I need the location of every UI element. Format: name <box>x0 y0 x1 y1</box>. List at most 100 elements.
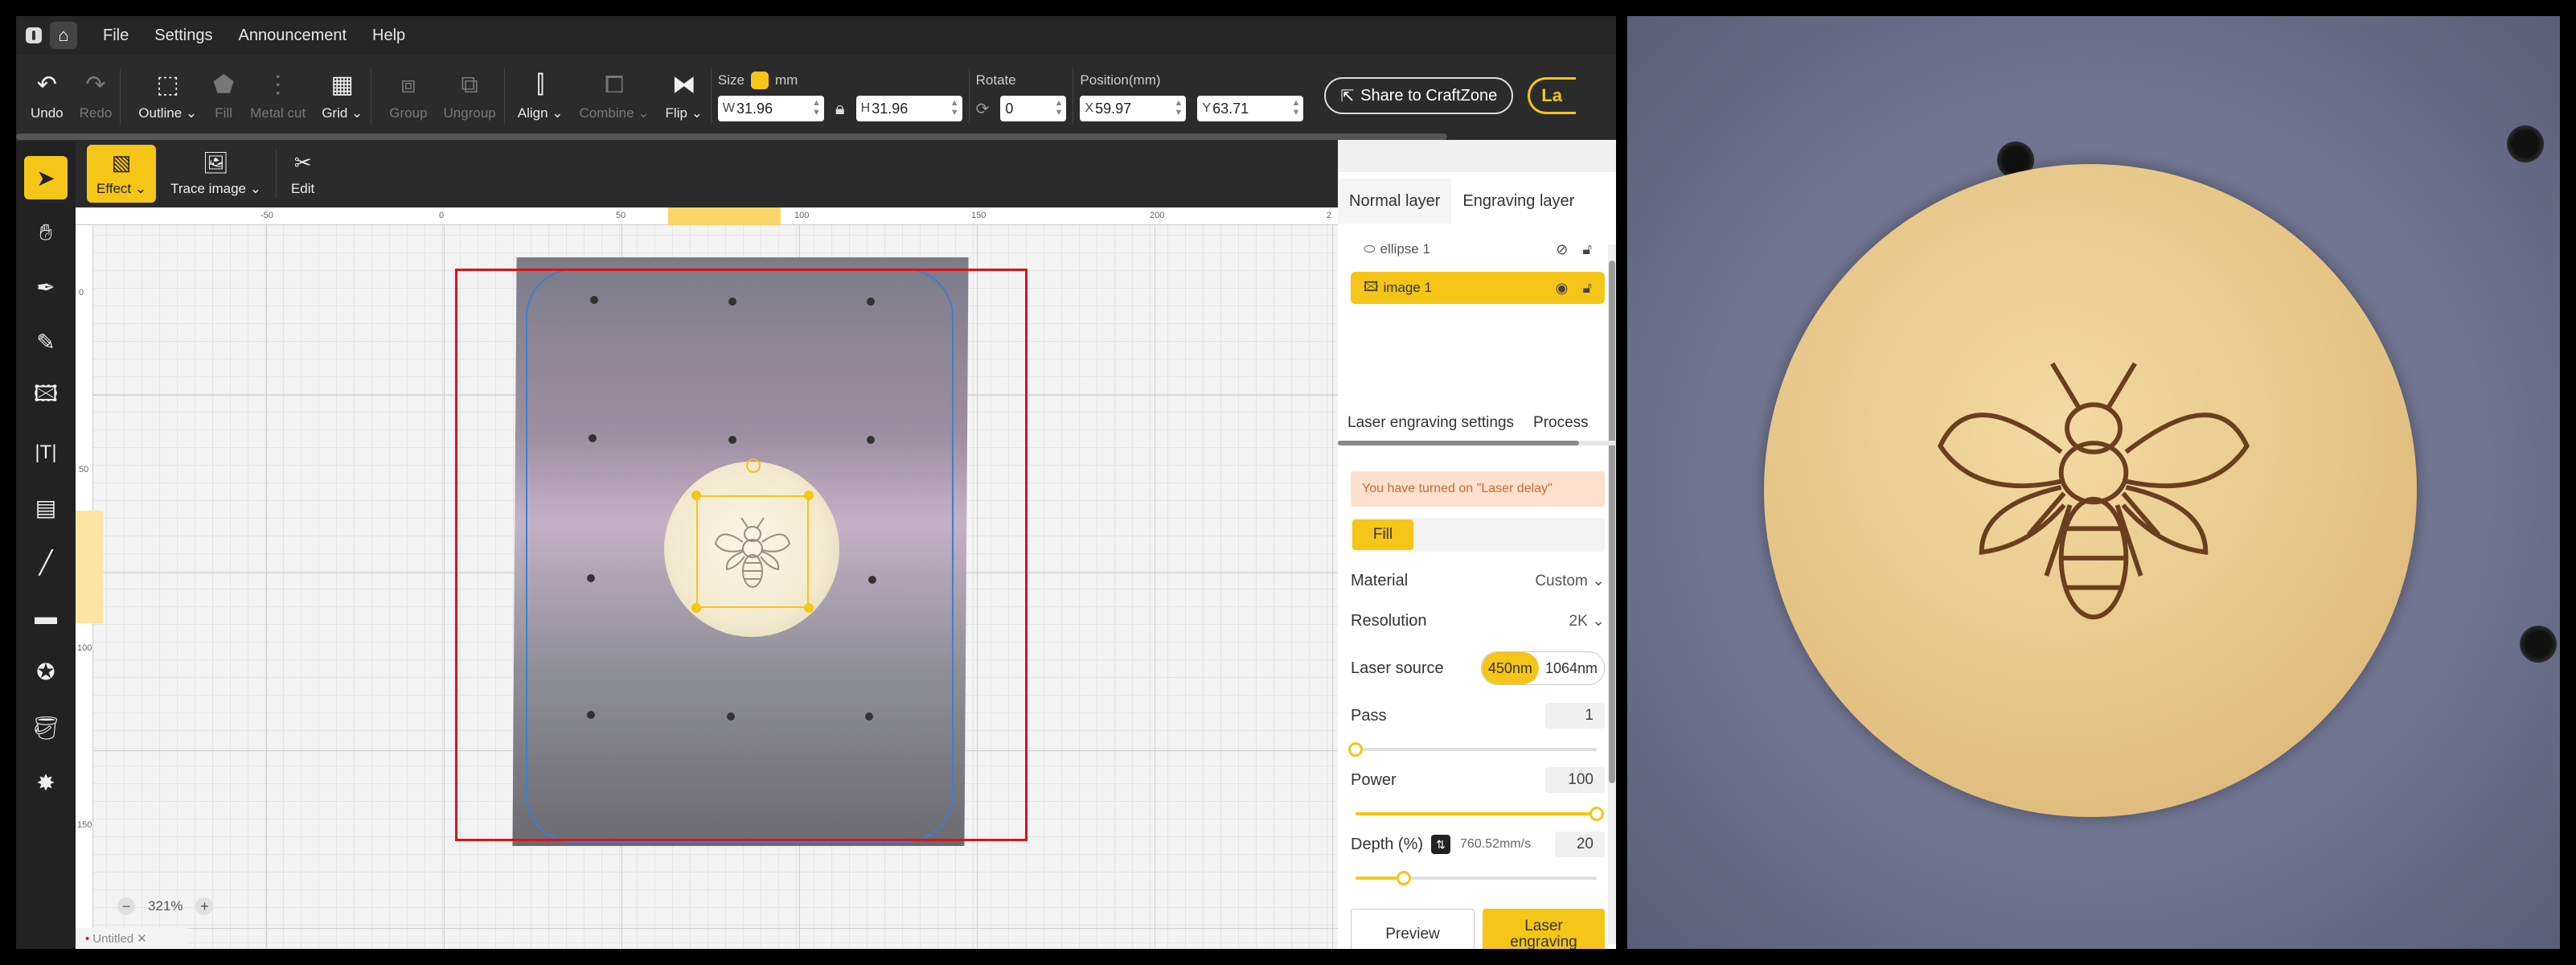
x-input[interactable]: X 59.97 ▲ ▼ <box>1080 96 1187 121</box>
right-panel: Normal layer Engraving layer ⬭ ellipse 1… <box>1338 140 1616 949</box>
file-tab[interactable]: • Untitled ✕ <box>76 928 188 949</box>
depth-slider-knob[interactable] <box>1397 871 1411 885</box>
laser-button-cropped[interactable]: La <box>1528 77 1577 114</box>
depth-link-icon[interactable]: ⇅ <box>1431 835 1451 854</box>
position-group: Position(mm) X 59.97 ▲ ▼ Y 63.71 ▲ ▼ <box>1073 60 1310 133</box>
line-tool-icon[interactable]: ╱ <box>24 540 68 584</box>
unsaved-dot-icon: • <box>85 931 90 946</box>
tab-engraving-layer[interactable]: Engraving layer <box>1451 179 1585 224</box>
size-unit-icon[interactable] <box>751 72 769 89</box>
grid-icon: ▦ <box>330 72 354 98</box>
right-panel-scrollbar[interactable] <box>1608 244 1616 944</box>
ruler-label: 50 <box>616 211 626 220</box>
fill-mode-button[interactable]: Fill <box>1352 519 1413 550</box>
y-input[interactable]: Y 63.71 ▲ ▼ <box>1197 96 1304 121</box>
x-stepper-icon[interactable]: ▲ ▼ <box>1175 98 1183 117</box>
power-input[interactable]: 100 <box>1545 767 1605 793</box>
fill-tool-button[interactable]: ⬟ Fill <box>205 60 242 133</box>
ungroup-button[interactable]: ⧉ Ungroup <box>436 60 504 133</box>
home-icon[interactable]: ⌂ <box>50 22 77 49</box>
depth-input[interactable]: 20 <box>1555 832 1605 857</box>
design-canvas[interactable]: -50 0 50 100 150 200 2 0 50 100 150 − 32… <box>76 207 1338 949</box>
grid-button[interactable]: ▦ Grid ⌄ <box>314 60 371 133</box>
redo-button[interactable]: ↷ Redo <box>72 60 121 133</box>
pencil-tool-icon[interactable]: ✎ <box>24 320 68 363</box>
tab-laser-engraving-settings[interactable]: Laser engraving settings <box>1338 405 1524 441</box>
size-label: Size <box>717 72 744 88</box>
tab-normal-layer[interactable]: Normal layer <box>1338 179 1452 224</box>
toolbar-scrollbar[interactable] <box>16 133 1447 140</box>
paint-bucket-icon[interactable]: 🪣︎ <box>24 706 68 749</box>
image-selection-box[interactable] <box>696 495 809 608</box>
rotate-input[interactable]: 0 ▲ ▼ <box>1000 96 1067 121</box>
image-tool-icon[interactable]: 🖾︎ <box>24 375 68 418</box>
outline-button[interactable]: ⬚ Outline ⌄ <box>121 60 205 133</box>
hand-tool-icon[interactable]: ✋︎ <box>24 211 68 254</box>
rotate-stepper-icon[interactable]: ▲ ▼ <box>1055 98 1064 117</box>
share-to-craftzone-button[interactable]: ⇱ Share to CraftZone <box>1324 77 1514 114</box>
power-slider-knob[interactable] <box>1589 807 1604 821</box>
menu-help[interactable]: Help <box>372 27 405 45</box>
resolution-label: Resolution <box>1351 611 1427 630</box>
ai-tool-icon[interactable]: ✪ <box>24 650 68 693</box>
shape-tool-icon[interactable]: ▬ <box>24 595 68 639</box>
text-box-tool-icon[interactable]: ▤ <box>24 486 68 529</box>
align-button[interactable]: ⫿ Align ⌄ <box>505 60 572 133</box>
source-1064nm-option[interactable]: 1064nm <box>1539 652 1604 684</box>
lock-ratio-icon[interactable]: 🔒︎ <box>835 98 845 119</box>
right-panel-scrollbar-thumb[interactable] <box>1609 261 1615 783</box>
zoom-out-icon[interactable]: − <box>117 897 135 915</box>
resize-handle[interactable] <box>691 603 701 613</box>
resolution-select[interactable]: 2K ⌄ <box>1569 612 1605 630</box>
layer-item-image[interactable]: 🖾︎ image 1 ◉ 🔓︎ <box>1351 272 1605 304</box>
preview-button[interactable]: Preview <box>1351 909 1475 949</box>
power-slider[interactable] <box>1356 807 1604 821</box>
unlock-icon[interactable]: 🔓︎ <box>1582 241 1592 258</box>
resize-handle[interactable] <box>804 603 814 613</box>
effect-button[interactable]: ▧ Effect ⌄ <box>87 145 157 203</box>
menu-file[interactable]: File <box>103 27 129 45</box>
eye-hidden-icon[interactable]: ⊘ <box>1556 241 1568 258</box>
laser-engraving-button[interactable]: Laser engraving <box>1483 909 1605 949</box>
pen-tool-icon[interactable]: ✒︎ <box>24 265 68 309</box>
eye-icon[interactable]: ◉ <box>1556 280 1569 297</box>
undo-label: Undo <box>31 105 64 121</box>
width-input[interactable]: W 31.96 ▲ ▼ <box>717 96 824 121</box>
rotate-handle[interactable] <box>746 458 761 473</box>
flip-button[interactable]: ⧓ Flip ⌄ <box>658 60 711 133</box>
pass-input[interactable]: 1 <box>1545 703 1605 729</box>
toolbar-scrollbar-thumb[interactable] <box>16 133 1447 140</box>
menu-announcement[interactable]: Announcement <box>239 27 347 45</box>
menu-settings[interactable]: Settings <box>154 27 212 45</box>
text-tool-icon[interactable]: |T| <box>24 431 68 474</box>
edit-button[interactable]: ✂︎ Edit <box>277 145 329 203</box>
resolution-row: Resolution 2K ⌄ <box>1351 606 1605 635</box>
zoom-in-icon[interactable]: + <box>195 897 214 915</box>
rotate-value: 0 <box>1005 100 1014 117</box>
material-select[interactable]: Custom ⌄ <box>1535 572 1605 590</box>
width-stepper-icon[interactable]: ▲ ▼ <box>812 98 821 117</box>
select-tool-icon[interactable]: ➤ <box>24 156 68 199</box>
layer-item-ellipse[interactable]: ⬭ ellipse 1 ⊘ 🔓︎ <box>1351 233 1605 265</box>
y-stepper-icon[interactable]: ▲ ▼ <box>1292 98 1301 117</box>
pass-slider-knob[interactable] <box>1348 742 1363 757</box>
height-input[interactable]: H 31.96 ▲ ▼ <box>855 96 962 121</box>
close-tab-icon[interactable]: ✕ <box>137 931 147 946</box>
trace-image-button[interactable]: 🖼︎ Trace image ⌄ <box>156 145 276 203</box>
unlock-icon[interactable]: 🔓︎ <box>1582 280 1592 297</box>
depth-slider[interactable] <box>1356 871 1597 885</box>
undo-button[interactable]: ↶ Undo <box>16 60 72 133</box>
resize-handle[interactable] <box>691 491 701 500</box>
settings-tab-scrollbar[interactable] <box>1338 441 1579 446</box>
metal-cut-button[interactable]: ⋮ Metal cut <box>242 60 314 133</box>
combine-button[interactable]: ⧠ Combine ⌄ <box>572 60 658 133</box>
height-stepper-icon[interactable]: ▲ ▼ <box>950 98 959 117</box>
pass-slider[interactable] <box>1348 742 1597 757</box>
source-450nm-option[interactable]: 450nm <box>1481 652 1539 684</box>
group-label: Group <box>389 105 428 121</box>
resize-handle[interactable] <box>804 491 814 500</box>
edit-label: Edit <box>290 181 315 196</box>
tab-process[interactable]: Process <box>1524 405 1598 441</box>
material-library-icon[interactable]: ✸ <box>24 761 68 804</box>
group-button[interactable]: ⧈ Group <box>371 60 435 133</box>
